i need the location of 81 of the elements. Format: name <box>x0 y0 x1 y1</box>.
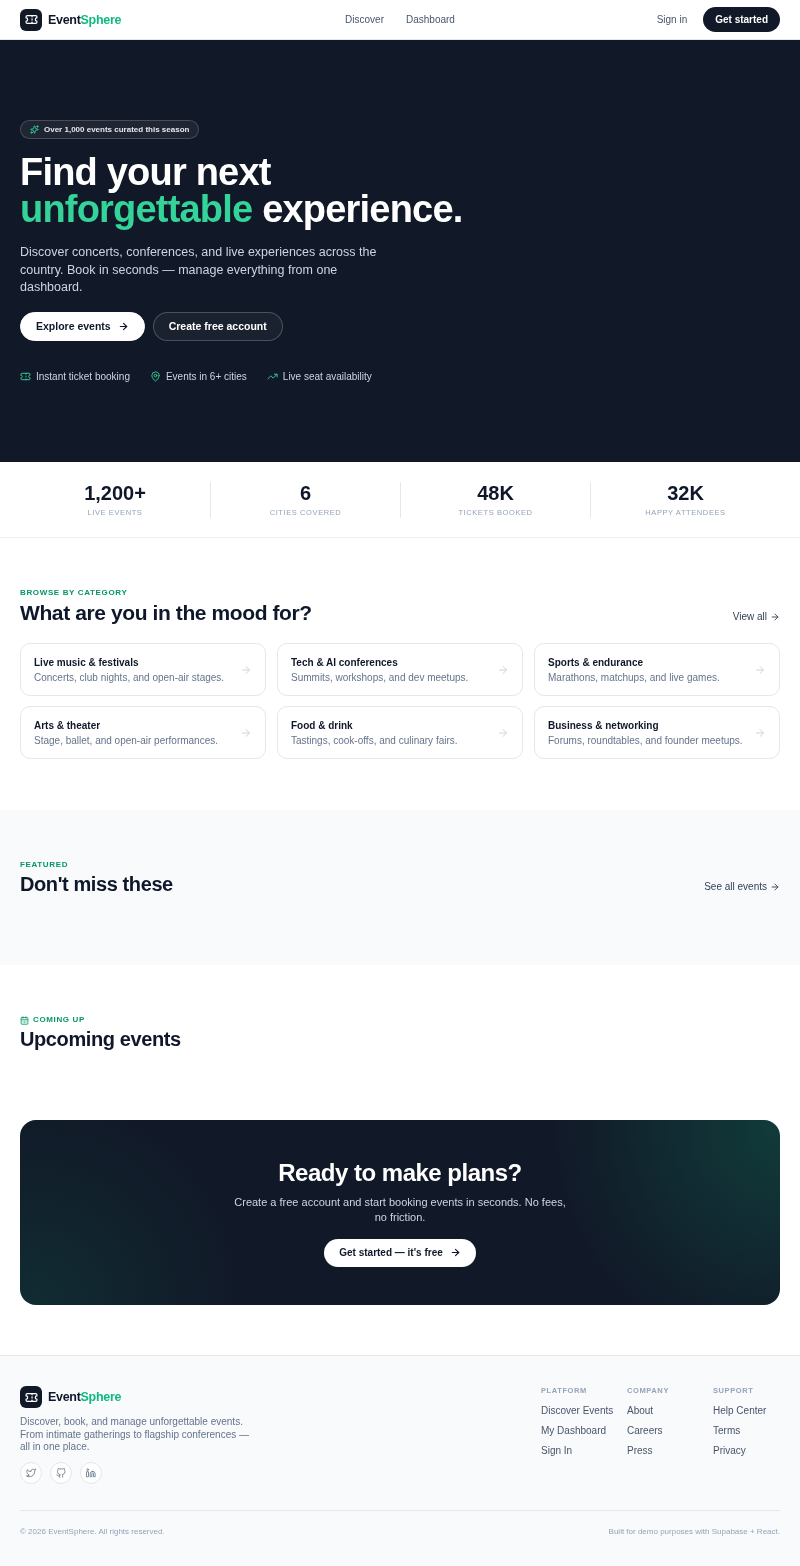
map-pin-icon <box>149 370 161 382</box>
category-description: Marathons, matchups, and live games. <box>548 671 720 683</box>
linkedin-icon <box>86 1467 96 1478</box>
footer-description: Discover, book, and manage unforgettable events. From intimate gatherings to flagship conferences — all in one place. <box>20 1416 250 1454</box>
ticket-logo-icon <box>20 8 42 31</box>
category-card[interactable]: Food & drink Tastings, cook-offs, and culinary fairs. <box>277 706 523 759</box>
brand-name: EventSphere <box>48 12 122 27</box>
nav-link[interactable]: Dashboard <box>406 14 455 25</box>
sparkles-icon <box>30 125 39 134</box>
calendar-icon <box>20 1015 29 1025</box>
ticket-icon <box>20 370 31 382</box>
github-icon <box>56 1467 66 1478</box>
brand-name: EventSphere <box>48 1390 122 1404</box>
copyright-text: © 2026 EventSphere. All rights reserved. <box>20 1525 165 1538</box>
arrow-right-icon <box>770 882 780 892</box>
footer-link[interactable]: Sign In <box>541 1444 627 1458</box>
hero-description: Discover concerts, conferences, and live experiences across the country. Book in seconds — manage everything from one dashboard. <box>20 244 378 296</box>
arrow-right-icon <box>754 726 766 739</box>
category-title: Tech & AI conferences <box>291 656 399 668</box>
credit-text: Built for demo purposes with Supabase + React. <box>608 1525 780 1538</box>
category-title: Arts & theater <box>34 719 102 731</box>
footer-link[interactable]: Careers <box>627 1424 713 1438</box>
cta-text: Create a free account and start booking events in seconds. No fees, no friction. <box>233 1194 567 1225</box>
category-description: Summits, workshops, and dev meetups. <box>291 671 469 683</box>
category-title: Food & drink <box>291 719 354 731</box>
section-title: Upcoming events <box>20 1027 181 1051</box>
category-description: Concerts, club nights, and open-air stages. <box>34 671 225 683</box>
category-title: Live music & festivals <box>34 656 140 668</box>
linkedin-button[interactable] <box>80 1461 102 1484</box>
section-title: What are you in the mood for? <box>20 600 312 626</box>
category-card[interactable]: Live music & festivals Concerts, club nights, and open-air stages. <box>20 643 266 696</box>
stat-value: 32K <box>666 481 705 504</box>
footer-link[interactable]: Discover Events <box>541 1404 627 1418</box>
arrow-right-icon <box>449 1247 461 1258</box>
arrow-right-icon <box>497 663 509 676</box>
view-all-link[interactable]: View all <box>732 610 780 624</box>
footer-link[interactable]: My Dashboard <box>541 1424 627 1438</box>
arrow-right-icon <box>754 663 766 676</box>
cta-title: Ready to make plans? <box>278 1158 522 1187</box>
get-started-button[interactable]: Get started <box>703 7 780 32</box>
sign-in-link[interactable]: Sign in <box>656 14 688 25</box>
stat-value: 48K <box>476 481 515 504</box>
category-card[interactable]: Sports & endurance Marathons, matchups, and live games. <box>534 643 780 696</box>
footer-link[interactable]: Help Center <box>713 1404 780 1418</box>
category-description: Forums, roundtables, and founder meetups. <box>548 734 743 746</box>
category-card[interactable]: Business & networking Forums, roundtables, and founder meetups. <box>534 706 780 759</box>
arrow-right-icon <box>117 320 129 332</box>
category-card[interactable]: Tech & AI conferences Summits, workshops, and dev meetups. <box>277 643 523 696</box>
stat-value: 1,200+ <box>83 481 147 504</box>
ticket-logo-icon <box>20 1386 42 1408</box>
footer-link[interactable]: Privacy <box>713 1444 780 1458</box>
section-eyebrow: BROWSE BY CATEGORY <box>20 588 128 598</box>
create-account-button[interactable]: Create free account <box>152 311 283 341</box>
category-description: Tastings, cook-offs, and culinary fairs. <box>291 734 458 746</box>
see-all-events-link[interactable]: See all events <box>704 880 780 894</box>
github-button[interactable] <box>50 1461 72 1484</box>
get-started-free-button[interactable]: Get started — it's free <box>324 1238 476 1267</box>
footer-link[interactable]: Terms <box>713 1424 780 1438</box>
section-eyebrow: FEATURED <box>20 860 69 870</box>
arrow-right-icon <box>770 612 780 622</box>
section-title: Don't miss these <box>20 872 173 896</box>
section-eyebrow: COMING UP <box>33 1015 85 1025</box>
footer-link[interactable]: About <box>627 1404 713 1418</box>
category-title: Sports & endurance <box>548 656 645 668</box>
category-card[interactable]: Arts & theater Stage, ballet, and open-air performances. <box>20 706 266 759</box>
hero-headline: Find your next unforgettable experience. <box>20 154 464 228</box>
arrow-right-icon <box>240 726 252 739</box>
nav-link[interactable]: Discover <box>345 14 384 25</box>
category-description: Stage, ballet, and open-air performances. <box>34 734 218 746</box>
arrow-right-icon <box>497 726 509 739</box>
twitter-button[interactable] <box>20 1461 42 1484</box>
category-title: Business & networking <box>548 719 660 731</box>
footer-link[interactable]: Press <box>627 1444 713 1458</box>
feature-text: Instant ticket booking <box>36 370 130 382</box>
feature-text: Events in 6+ cities <box>165 370 247 382</box>
explore-events-button[interactable]: Explore events <box>20 311 145 341</box>
twitter-icon <box>26 1467 36 1478</box>
badge-text: Over 1,000 events curated this season <box>44 125 190 134</box>
stat-value: 6 <box>298 481 313 504</box>
arrow-right-icon <box>240 663 252 676</box>
feature-text: Live seat availability <box>282 370 372 382</box>
